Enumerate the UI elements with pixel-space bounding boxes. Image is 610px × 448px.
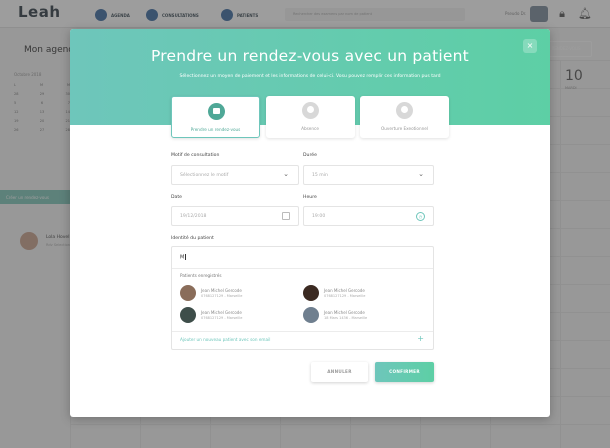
patient-suggestion[interactable]: Jean Michel Gercode 0768127129 - Marseil…	[180, 285, 290, 303]
close-icon[interactable]: ×	[523, 39, 537, 53]
time-value: 19:00	[312, 214, 326, 219]
time-input[interactable]: 19:00 ◷	[303, 206, 434, 226]
patient-identity-label: Identité du patient	[171, 236, 214, 241]
text-caret	[185, 254, 186, 260]
divider	[172, 331, 433, 332]
tab-absence[interactable]: Absence	[265, 96, 355, 138]
calendar-icon[interactable]	[282, 212, 290, 220]
duration-select[interactable]: 15 min ⌄	[303, 165, 434, 185]
suggestion-detail: 18 Mars 1436 - Marseille	[324, 316, 368, 320]
tab-absence-label: Absence	[301, 126, 319, 131]
suggestion-name: Jean Michel Gercode	[201, 288, 242, 293]
person-icon	[396, 102, 413, 119]
chevron-down-icon: ⌄	[418, 170, 424, 178]
chevron-down-icon: ⌄	[283, 170, 289, 178]
suggestion-detail: 0768127129 - Marseille	[201, 294, 243, 298]
avatar	[303, 285, 319, 301]
avatar	[180, 285, 196, 301]
tab-exceptional-opening[interactable]: Ouverture Exeotionnel	[360, 96, 449, 138]
date-label: Date	[171, 195, 182, 200]
calendar-icon	[208, 103, 225, 120]
duration-value: 15 min	[312, 173, 328, 178]
avatar	[303, 307, 319, 323]
person-icon	[301, 102, 319, 119]
add-new-patient-link[interactable]: Ajouter un nouveau patient avec son emai…	[180, 337, 270, 342]
motif-select[interactable]: Sélectionnez le motif ⌄	[171, 165, 299, 185]
suggestion-name: Jean Michel Gercode	[201, 310, 242, 315]
patient-suggestion[interactable]: Jean Michel Gercode 18 Mars 1436 - Marse…	[303, 307, 413, 325]
suggestion-name: Jean Michel Gercode	[324, 288, 365, 293]
suggestion-detail: 0768127129 - Marseille	[324, 294, 366, 298]
patient-search-box: M Patients enregistrés Jean Michel Gerco…	[171, 246, 434, 350]
motif-label: Motif de consultation	[171, 153, 220, 158]
plus-icon[interactable]: +	[417, 334, 424, 343]
time-label: Heure	[303, 195, 317, 200]
patient-suggestion[interactable]: Jean Michel Gercode 0768127129 - Marseil…	[180, 307, 290, 325]
clock-icon[interactable]: ◷	[416, 212, 425, 221]
tab-exceptional-opening-label: Ouverture Exeotionnel	[380, 126, 429, 131]
avatar	[180, 307, 196, 323]
date-input[interactable]: 19/12/2018	[171, 206, 299, 226]
modal-subtitle: Sélectionnez un moyen de paiement et les…	[179, 74, 441, 79]
motif-placeholder: Sélectionnez le motif	[180, 173, 229, 178]
registered-patients-label: Patients enregistrés	[180, 273, 222, 278]
confirm-button[interactable]: CONFIRMER	[375, 362, 434, 382]
duration-label: Durée	[303, 153, 317, 158]
suggestion-name: Jean Michel Gercode	[324, 310, 365, 315]
tab-appointment[interactable]: Prendre un rendez-vous	[171, 96, 260, 138]
tab-appointment-label: Prendre un rendez-vous	[190, 127, 241, 132]
date-value: 19/12/2018	[180, 214, 207, 219]
appointment-modal: Prendre un rendez-vous avec un patient S…	[70, 29, 550, 417]
divider	[172, 268, 433, 269]
suggestion-detail: 0768127129 - Marseille	[201, 316, 243, 320]
patient-search-value: M	[180, 254, 185, 261]
appointment-type-tabs: Prendre un rendez-vous Absence Ouverture…	[171, 96, 449, 138]
patient-search-input[interactable]: M	[180, 254, 186, 261]
cancel-button[interactable]: ANNULER	[311, 362, 368, 382]
patient-suggestion[interactable]: Jean Michel Gercode 0768127129 - Marseil…	[303, 285, 413, 303]
modal-title: Prendre un rendez-vous avec un patient	[151, 47, 469, 65]
